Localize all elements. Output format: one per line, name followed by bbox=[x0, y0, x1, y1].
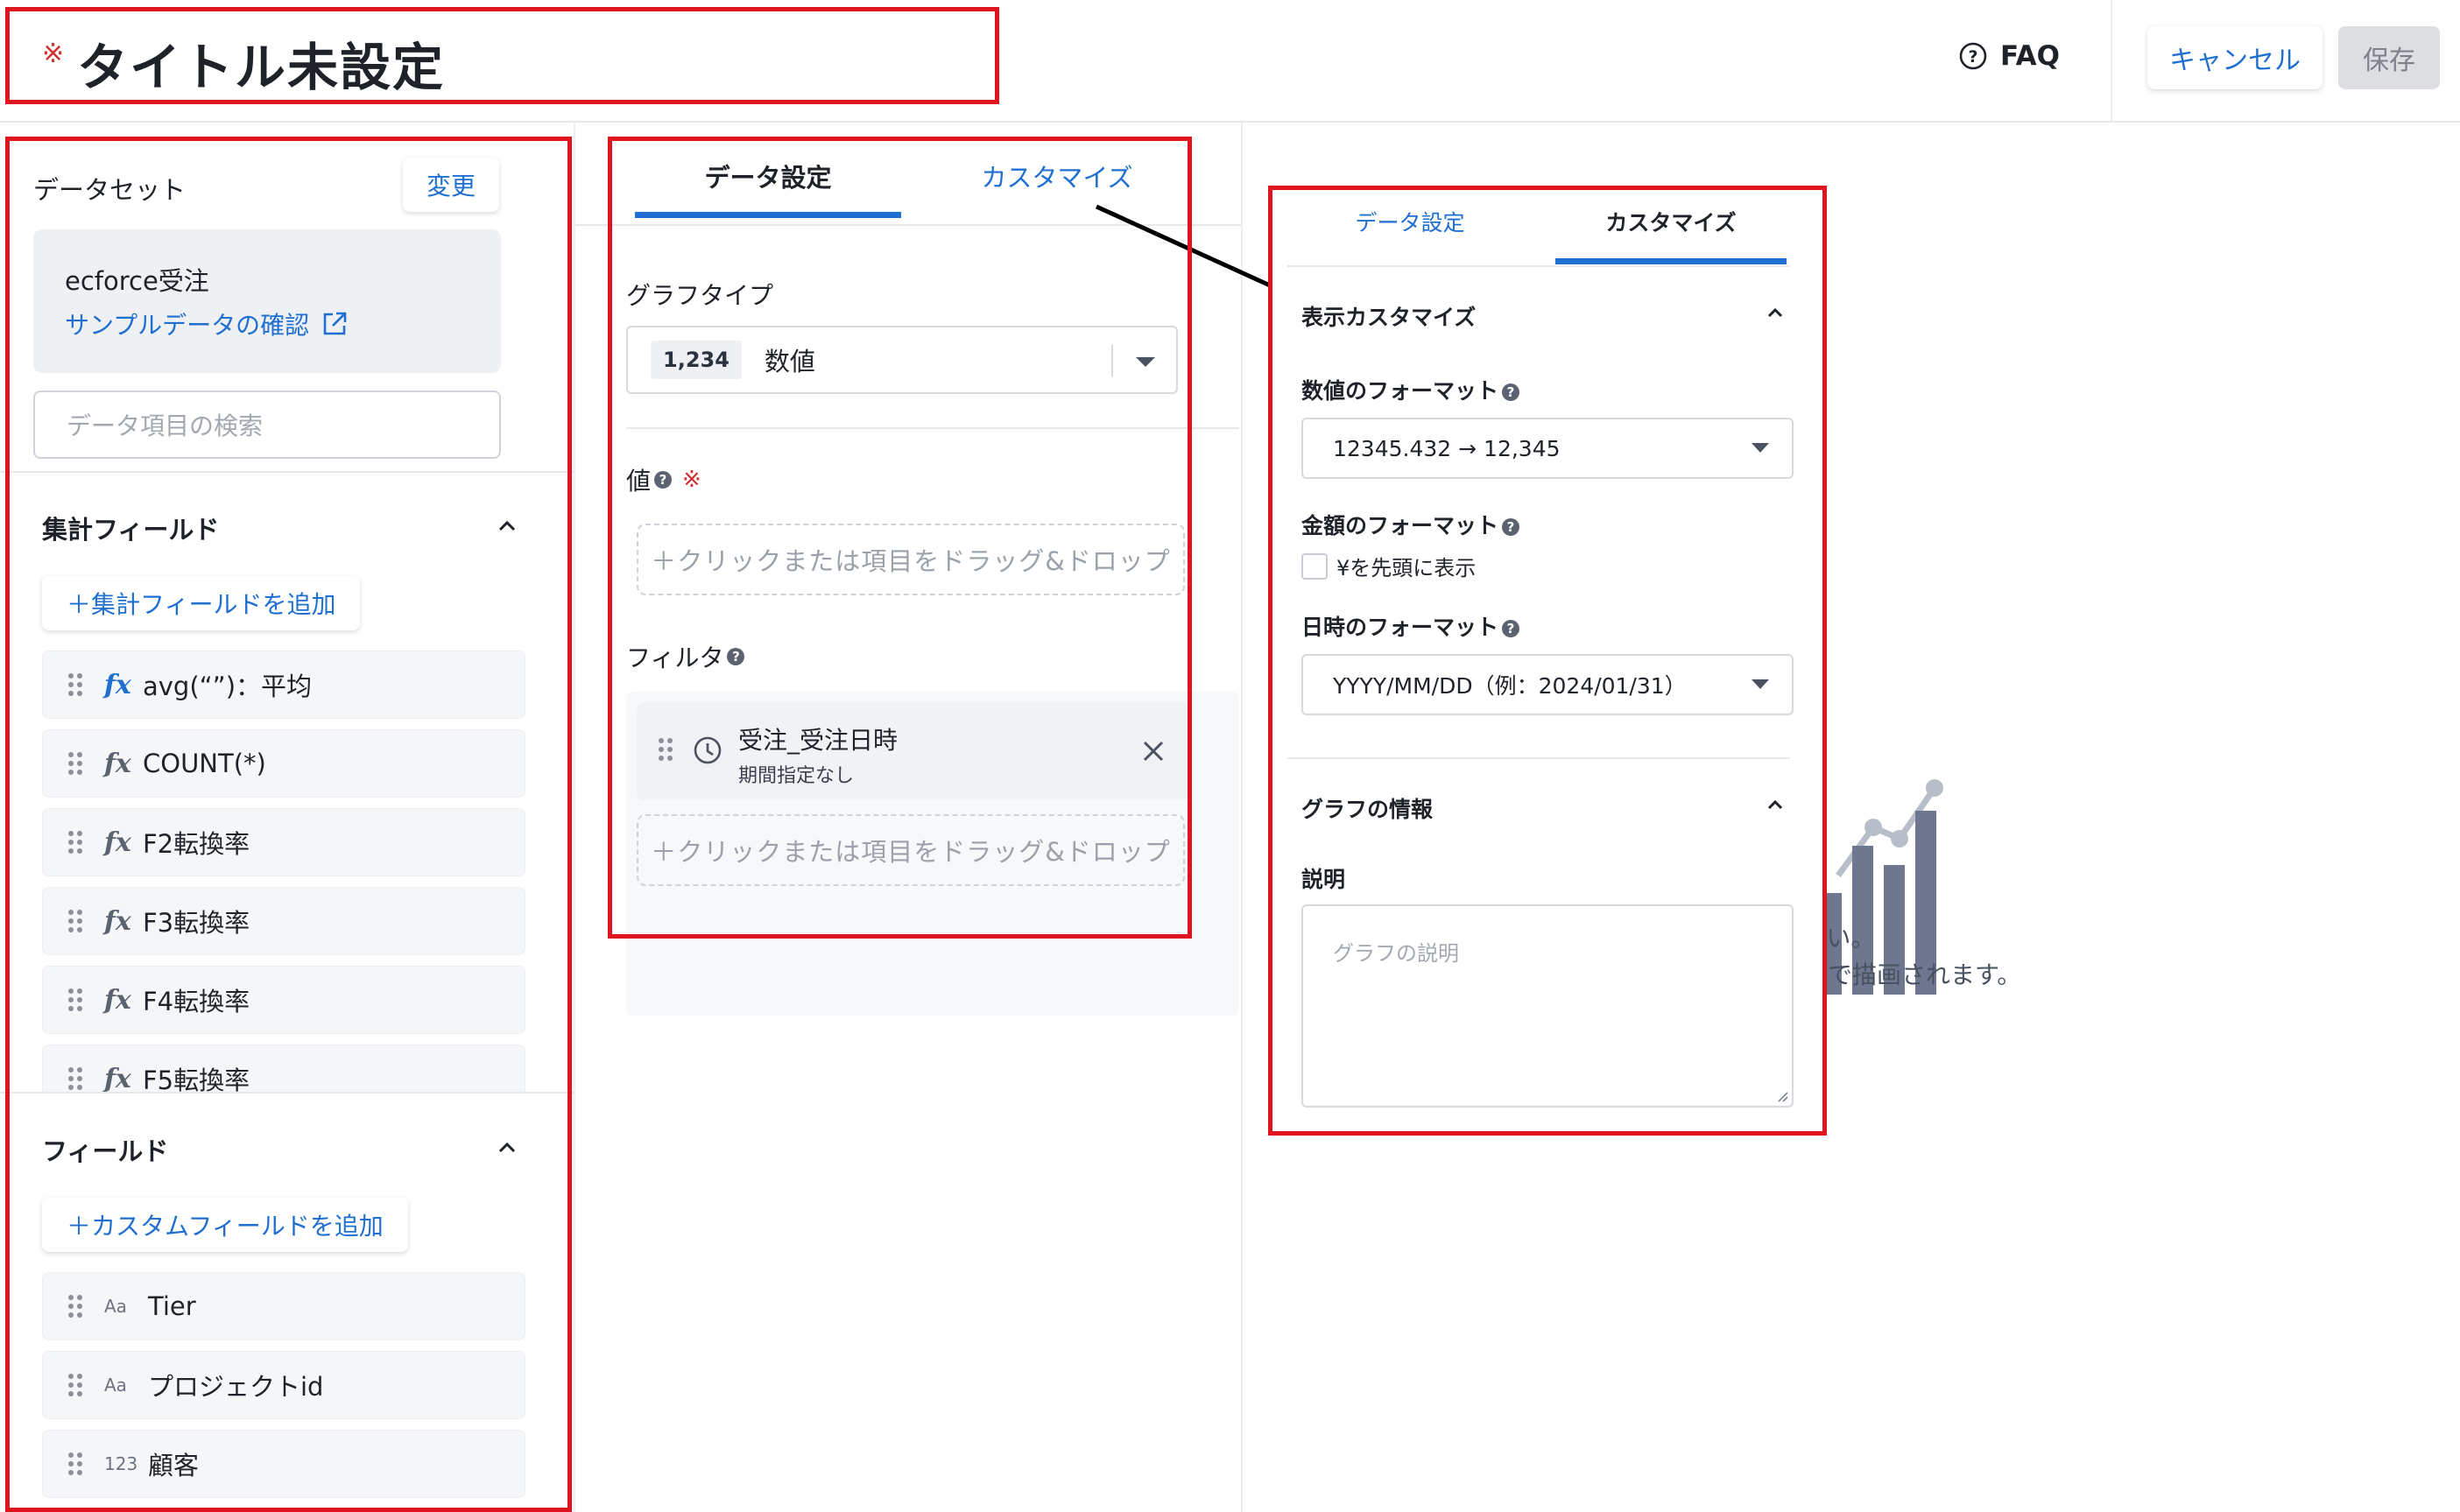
callout-connector-line bbox=[1095, 204, 1272, 288]
